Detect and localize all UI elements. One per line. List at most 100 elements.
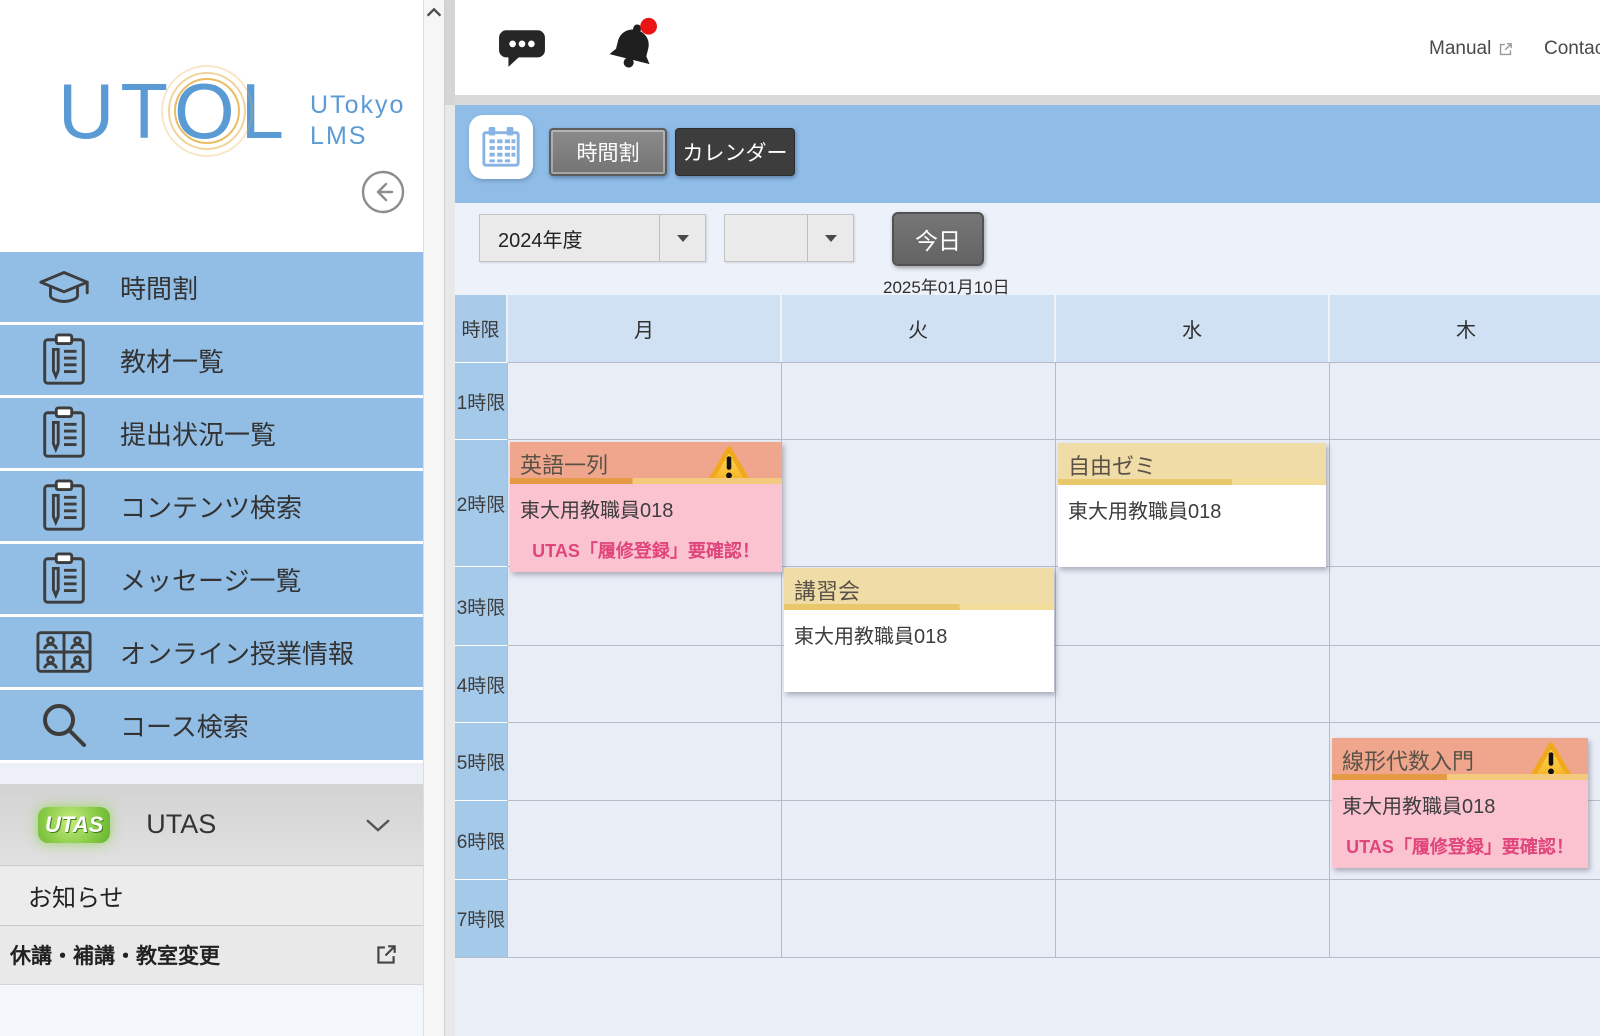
utol-logo: UTOL UTokyo LMS — [58, 72, 405, 153]
contact-link[interactable]: Contact — [1544, 38, 1600, 60]
clipboard-icon — [34, 552, 94, 606]
sidebar-item-label: コンテンツ検索 — [120, 488, 302, 525]
tab-timetable[interactable]: 時間割 — [549, 128, 667, 176]
sidebar-collapse-button[interactable] — [361, 170, 405, 214]
video-grid-icon — [34, 630, 94, 674]
warning-icon — [706, 444, 752, 478]
tab-calendar[interactable]: カレンダー — [675, 128, 795, 176]
content-gutter — [445, 0, 455, 1036]
period-label: 2時限 — [455, 439, 508, 566]
utas-warning-text: UTAS「履修登録」要確認！ — [510, 537, 782, 563]
sidebar-item-materials[interactable]: 教材一覧 — [0, 325, 423, 395]
sidebar-item-submissions[interactable]: 提出状況一覧 — [0, 398, 423, 468]
term-select[interactable] — [724, 214, 854, 262]
course-card-jiyu-zemi[interactable]: 自由ゼミ 東大用教職員018 — [1058, 443, 1326, 567]
topbar: Manual Contact — [455, 0, 1600, 95]
cancellations-label: 休講・補講・教室変更 — [10, 940, 220, 970]
sidebar-item-label: 教材一覧 — [120, 342, 224, 379]
sidebar-item-online-class[interactable]: オンライン授業情報 — [0, 617, 423, 687]
sidebar-scrollbar[interactable] — [423, 0, 445, 1036]
graduation-cap-icon — [34, 265, 94, 309]
course-card-eigo-ichiretsu[interactable]: 英語一列 東大用教職員018 UTAS「履修登録」要確認！ — [510, 442, 782, 572]
sidebar-link-cancellations[interactable]: 休講・補講・教室変更 — [0, 925, 423, 984]
course-instructor: 東大用教職員018 — [1058, 485, 1326, 524]
sidebar-item-messages[interactable]: メッセージ一覧 — [0, 544, 423, 614]
timetable-row-1: 1時限 — [455, 362, 1600, 439]
manual-link[interactable]: Manual — [1429, 38, 1514, 60]
course-card-koshukai[interactable]: 講習会 東大用教職員018 — [784, 568, 1054, 692]
clipboard-icon — [34, 333, 94, 387]
sidebar-item-label: コース検索 — [120, 707, 249, 744]
course-instructor: 東大用教職員018 — [1332, 780, 1588, 819]
timetable-row-7: 7時限 — [455, 879, 1600, 958]
bell-icon — [604, 16, 662, 70]
collapse-arrow-icon — [361, 170, 405, 214]
below-grid-space — [455, 958, 1600, 1036]
period-label: 3時限 — [455, 566, 508, 645]
period-label: 4時限 — [455, 645, 508, 722]
search-icon — [34, 699, 94, 751]
sidebar: UTOL UTokyo LMS 時間割 — [0, 0, 423, 1036]
scroll-up-button[interactable] — [424, 0, 444, 24]
logo-text-l: L — [241, 67, 290, 155]
chat-icon — [498, 26, 546, 68]
period-label: 1時限 — [455, 362, 508, 439]
utas-warning-text: UTAS「履修登録」要確認！ — [1332, 833, 1588, 859]
period-label: 6時限 — [455, 800, 508, 879]
chat-button[interactable] — [498, 26, 546, 73]
course-title: 線形代数入門 — [1342, 749, 1474, 774]
notifications-button[interactable] — [604, 16, 662, 75]
period-label: 7時限 — [455, 879, 508, 957]
chevron-down-icon — [365, 818, 391, 838]
view-tabbar: 時間割 カレンダー — [455, 105, 1600, 203]
clipboard-icon — [34, 406, 94, 460]
logo-subtitle: UTokyo LMS — [310, 90, 405, 153]
course-title: 英語一列 — [520, 453, 608, 478]
chevron-up-icon — [426, 7, 442, 18]
clipboard-icon — [34, 479, 94, 533]
course-instructor: 東大用教職員018 — [784, 610, 1054, 649]
sidebar-item-timetable[interactable]: 時間割 — [0, 252, 423, 322]
logo-text-ut: UT — [58, 67, 174, 155]
content-gutter-top — [445, 0, 455, 105]
today-button[interactable]: 今日 — [892, 212, 984, 266]
year-select-value: 2024年度 — [480, 224, 659, 253]
day-header-mon: 月 — [508, 295, 782, 362]
sidebar-utas-section[interactable]: UTAS UTAS — [0, 784, 423, 865]
logo-o-rings: O — [174, 72, 241, 150]
period-label: 5時限 — [455, 722, 508, 800]
warning-icon — [1528, 740, 1574, 774]
sidebar-item-label: オンライン授業情報 — [120, 634, 354, 671]
calendar-view-button[interactable] — [469, 115, 533, 179]
logo-area: UTOL UTokyo LMS — [0, 0, 423, 252]
sidebar-gap — [0, 763, 423, 784]
sidebar-item-label: 時間割 — [120, 269, 198, 306]
topbar-divider — [455, 95, 1600, 105]
main-content: Manual Contact 時間割 カレンダー — [455, 0, 1600, 1036]
course-card-senkei-daisu[interactable]: 線形代数入門 東大用教職員018 UTAS「履修登録」要確認！ — [1332, 738, 1588, 868]
period-header-cell: 時限 — [455, 295, 508, 362]
course-instructor: 東大用教職員018 — [510, 484, 782, 523]
external-link-icon — [373, 942, 399, 973]
day-header-wed: 水 — [1056, 295, 1330, 362]
sidebar-link-notices[interactable]: お知らせ — [0, 865, 423, 925]
external-link-icon — [1497, 41, 1514, 58]
notification-dot — [640, 18, 657, 35]
timetable-grid: 時限 月 火 水 木 金 1時限 2時限 3時限 4時限 5時限 6時限 — [455, 295, 1600, 958]
day-header-thu: 木 — [1330, 295, 1600, 362]
course-title: 自由ゼミ — [1068, 454, 1156, 479]
utas-label: UTAS — [146, 809, 216, 840]
sidebar-item-content-search[interactable]: コンテンツ検索 — [0, 471, 423, 541]
calendar-icon — [480, 126, 522, 168]
course-title: 講習会 — [794, 579, 860, 604]
sidebar-item-label: 提出状況一覧 — [120, 415, 276, 452]
sidebar-item-course-search[interactable]: コース検索 — [0, 690, 423, 760]
filterbar: 2024年度 今日 2025年01月10日 — [455, 203, 1600, 295]
sidebar-item-label: メッセージ一覧 — [120, 561, 301, 598]
year-select[interactable]: 2024年度 — [479, 214, 706, 262]
sidebar-footer-space — [0, 984, 423, 1036]
dropdown-arrow-icon — [659, 215, 705, 261]
timetable-header-row: 時限 月 火 水 木 金 — [455, 295, 1600, 362]
utas-logo: UTAS — [38, 807, 110, 843]
day-header-tue: 火 — [782, 295, 1056, 362]
